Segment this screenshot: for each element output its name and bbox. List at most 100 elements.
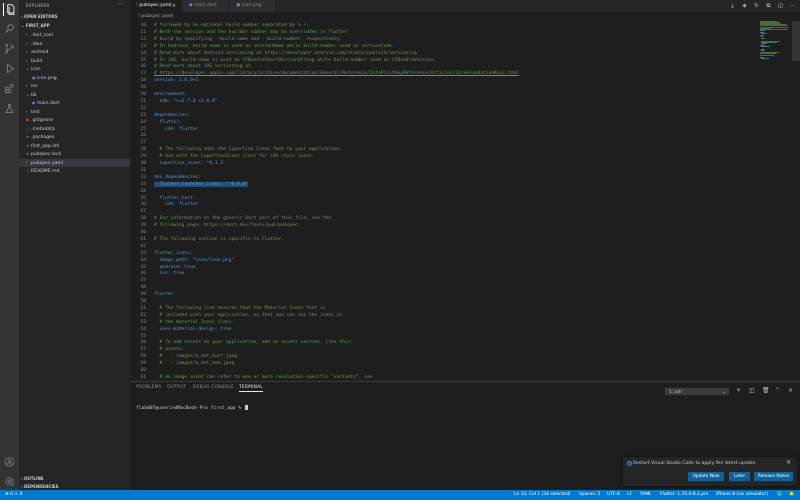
line-number: 61 (140, 374, 146, 380)
explorer-icon[interactable] (3, 3, 16, 16)
tab-pubspec-yaml[interactable]: ! pubspec.yaml × (130, 0, 182, 12)
maximize-panel-icon[interactable]: ⌃ (775, 387, 780, 394)
tree-item-label: pubspec.lock (31, 152, 62, 157)
search-icon[interactable] (3, 22, 16, 35)
panel-tab-output[interactable]: OUTPUT (167, 385, 186, 390)
outline-section[interactable]: › OUTLINE (21, 476, 44, 481)
eol-status[interactable]: LF (627, 490, 632, 500)
tree-item-pubspec-lock[interactable]: ≡ pubspec.lock (19, 150, 130, 159)
tree-item-label: .gitignore (31, 118, 53, 123)
line-text: # The following section is specific to F… (154, 236, 284, 242)
new-terminal-icon[interactable]: + (736, 387, 741, 394)
minimap-line (760, 43, 768, 44)
tree-item-metadata[interactable]: ⓘ.metadata (19, 125, 130, 134)
panel-tab-terminal[interactable]: TERMINAL (239, 385, 263, 392)
notification-message: Restart Visual Studio Code to apply the … (633, 461, 757, 466)
terminal-select-value: 1: zsh (669, 389, 682, 394)
notifications-bell-icon[interactable]: 🔔 (789, 490, 794, 500)
more-actions-icon[interactable]: ··· (117, 1, 123, 8)
line-text: ios: true (154, 271, 185, 277)
terminal-prompt[interactable]: flab007@userindMacBook-Pro first_app % (136, 405, 248, 411)
code-editor[interactable]: 10 # followed by an optional build number… (130, 21, 800, 381)
split-editor-icon[interactable]: ◫ (777, 3, 784, 10)
tree-item-icon-png[interactable]: ▣icon.png (19, 74, 130, 83)
terminal-select[interactable]: 1: zsh ⌄ (665, 388, 729, 395)
source-control-icon[interactable] (3, 42, 16, 55)
dependencies-section[interactable]: › DEPENDENCIES (21, 484, 59, 489)
download-icon[interactable]: ⤓ (729, 3, 736, 10)
open-editors-section[interactable]: › OPEN EDITORS (21, 14, 57, 19)
update-now-button[interactable]: Update Now (688, 472, 724, 481)
account-icon[interactable] (3, 455, 16, 468)
line-text: environment: (154, 92, 188, 97)
tree-item-main-dart[interactable]: ◆ main.dart (19, 99, 130, 108)
release-notes-button[interactable]: Release Notes (754, 472, 793, 481)
extensions-icon[interactable] (3, 82, 16, 95)
update-notification: i Restart Visual Studio Code to apply th… (623, 457, 797, 486)
minimap[interactable] (760, 21, 790, 61)
tree-item-lib[interactable]: ⌄ lib (19, 91, 130, 100)
reload-icon[interactable]: ↻ (753, 3, 760, 10)
git-compare-icon[interactable]: ⧉ (765, 3, 772, 10)
close-icon[interactable]: × (786, 459, 791, 466)
device-selector[interactable]: iPhone 8 (ios simulator) (716, 490, 768, 500)
minimap-line (760, 29, 765, 31)
tree-item-gitignore[interactable]: ◆ .gitignore (19, 116, 130, 125)
line-text: # following page: https://dart.dev/tools… (154, 223, 298, 229)
project-section[interactable]: ⌄ FIRST_APP (21, 23, 50, 28)
panel-tab-problems[interactable]: PROBLEMS (136, 385, 162, 390)
line-text: cupertino_icons: ^0.1.2 (154, 161, 224, 166)
tree-item-label: main.dart (37, 101, 60, 106)
tree-item-android[interactable]: › android (19, 48, 130, 57)
more-icon[interactable]: ⋯ (789, 3, 796, 10)
indentation-status[interactable]: Spaces: 2 (579, 490, 600, 500)
tab-icon-png[interactable]: ▣ icon.png (230, 0, 276, 12)
status-bar: ⊗ 0 ⚠ 0 Ln 33, Col 1 (34 selected) Space… (0, 490, 800, 500)
tree-item-packages[interactable]: ≡ .packages (19, 133, 130, 142)
tree-item-test[interactable]: › test (19, 108, 130, 117)
line-text: # build by specifying --build-name and -… (154, 36, 343, 42)
activity-bar (0, 0, 19, 490)
editor-tabs: ! pubspec.yaml × ◆ main.dart ▣ icon.png … (130, 0, 800, 12)
tree-item-ios[interactable]: › ios (19, 82, 130, 91)
close-icon[interactable]: × (172, 0, 176, 12)
line-text: uses-material-design: true (154, 326, 232, 332)
language-mode[interactable]: YAML (640, 490, 652, 500)
vertical-scrollbar[interactable] (792, 21, 800, 61)
tree-item-pubspec-yaml[interactable]: ! pubspec.yaml (19, 158, 130, 167)
tree-item-dart-tool[interactable]: › .dart_tool (19, 31, 130, 40)
breadcrumb[interactable]: ! pubspec.yaml (130, 12, 800, 21)
line-text: version: 1.0.0+1 (154, 78, 199, 84)
tab-main-dart[interactable]: ◆ main.dart (183, 0, 229, 12)
tree-item-idea[interactable]: › .idea (19, 40, 130, 49)
split-terminal-icon[interactable]: ◫ (749, 387, 755, 394)
line-text: # - images/a_dot_ham.jpeg (154, 361, 235, 367)
tree-item-icon[interactable]: ⌄ icon (19, 65, 130, 74)
cursor-position[interactable]: Ln 33, Col 1 (34 selected) (514, 490, 571, 500)
minimap-line (760, 46, 771, 48)
problems-status[interactable]: ⊗ 0 ⚠ 0 (5, 490, 22, 500)
line-text: # To add assets to your application, add… (154, 340, 354, 346)
line-text: # - images/a_dot_burr.jpeg (154, 354, 237, 360)
run-debug-icon[interactable] (3, 62, 16, 75)
tree-item-label: .dart_tool (31, 33, 53, 38)
settings-gear-icon[interactable] (3, 475, 16, 488)
encoding-status[interactable]: UTF-8 (607, 490, 620, 500)
tree-item-build[interactable]: › build (19, 57, 130, 66)
tree-item-label: .idea (31, 41, 43, 47)
tree-item-first-app-iml[interactable]: ≡ first_app.iml (19, 142, 130, 151)
testing-icon[interactable] (3, 102, 16, 115)
minimap-line (760, 55, 775, 57)
feedback-icon[interactable]: ☺ (777, 490, 782, 500)
line-text: # Both the version and the builder numbe… (154, 29, 348, 35)
line-text: # followed by an optional build number s… (154, 23, 309, 28)
tree-item-readme-md[interactable]: ⓘREADME.md (19, 167, 130, 176)
later-button[interactable]: Later (729, 472, 750, 481)
panel-tab-debug-console[interactable]: DEBUG CONSOLE (193, 385, 234, 390)
chevron-down-icon: ⌄ (722, 389, 726, 394)
flutter-version[interactable]: Flutter: 1.25.0-8.2.pre (660, 490, 708, 500)
trash-icon[interactable]: 🗑 (762, 387, 770, 394)
minimap-line (760, 33, 767, 35)
flutter-icon[interactable]: ◈ (741, 3, 748, 10)
close-panel-icon[interactable]: × (788, 387, 793, 394)
